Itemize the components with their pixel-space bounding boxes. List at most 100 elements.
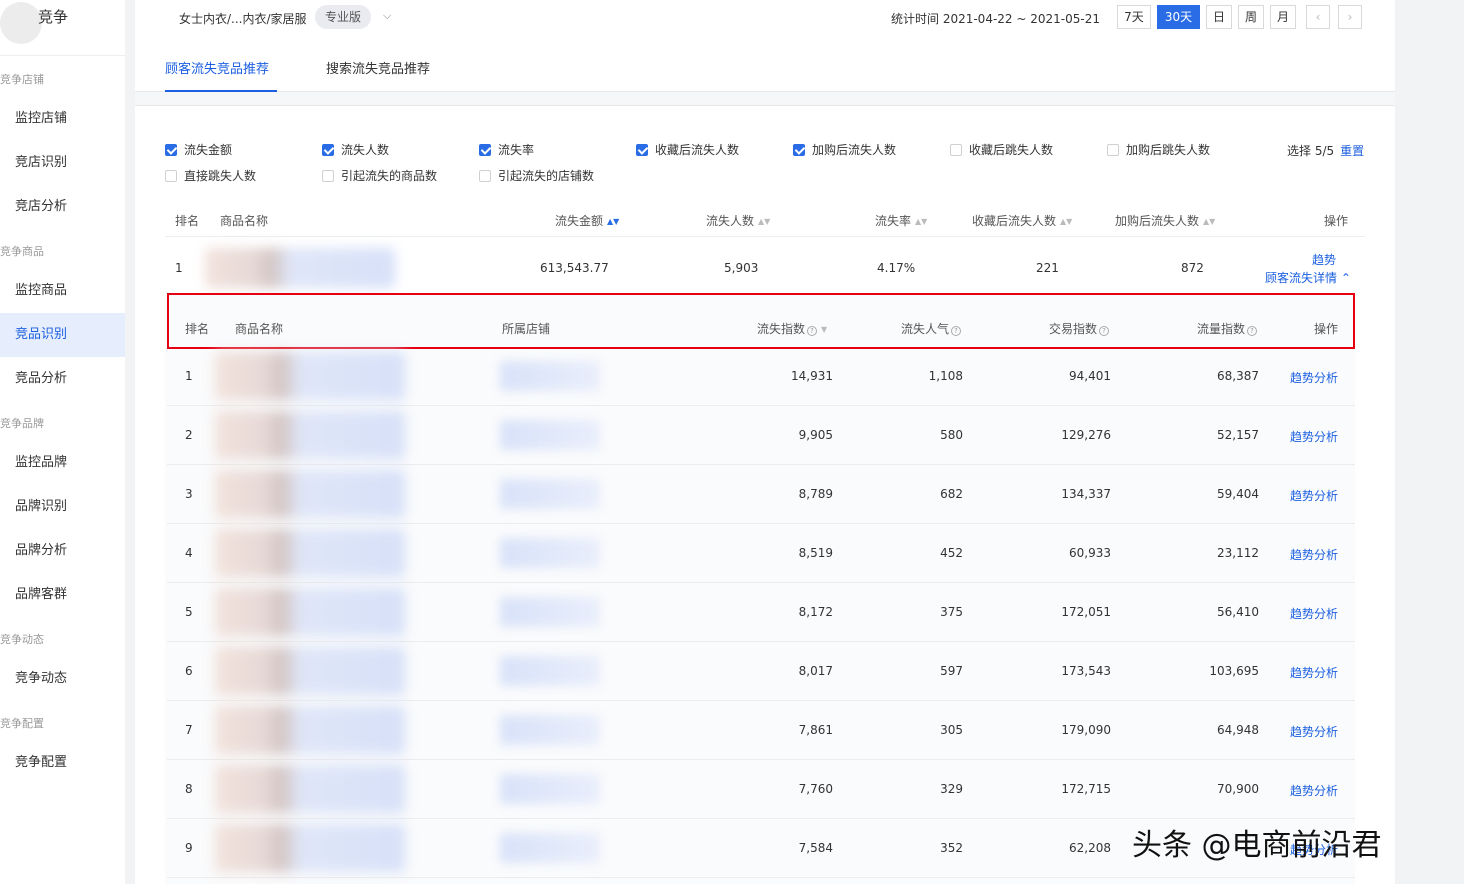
- trend-analysis-link[interactable]: 趋势分析: [1290, 487, 1338, 504]
- trend-analysis-link[interactable]: 趋势分析: [1290, 546, 1338, 563]
- range-month-button[interactable]: 月: [1270, 5, 1296, 29]
- product-thumbnail-blurred[interactable]: [215, 706, 405, 754]
- filter-checkbox[interactable]: 引起流失的店铺数: [479, 168, 594, 184]
- col-loss-rate[interactable]: 流失率 ▲▼: [875, 212, 927, 229]
- shop-name-blurred[interactable]: [500, 715, 600, 745]
- sidebar-item-brand-analysis[interactable]: 品牌分析: [0, 529, 125, 573]
- trend-analysis-link[interactable]: 趋势分析: [1290, 369, 1338, 386]
- sort-icon[interactable]: ▼: [821, 325, 827, 334]
- filter-checkbox[interactable]: 直接跳失人数: [165, 168, 256, 184]
- product-thumbnail-blurred[interactable]: [215, 647, 405, 695]
- sub-row-rank: 6: [185, 664, 193, 678]
- sidebar-item-shop-identify[interactable]: 竞店识别: [0, 141, 125, 185]
- customer-loss-detail-link[interactable]: 顾客流失详情 ⌃: [1265, 269, 1351, 286]
- checkbox-checked-icon: [322, 144, 334, 156]
- product-thumbnail-blurred[interactable]: [215, 411, 405, 459]
- sidebar-item-shop-analysis[interactable]: 竞店分析: [0, 185, 125, 229]
- shop-name-blurred[interactable]: [500, 420, 600, 450]
- section-divider: [135, 92, 1395, 106]
- product-thumbnail-blurred[interactable]: [215, 765, 405, 813]
- product-thumbnail-blurred[interactable]: [215, 529, 405, 577]
- sidebar-item-brand-identify[interactable]: 品牌识别: [0, 485, 125, 529]
- sidebar-item-monitor-shop[interactable]: 监控店铺: [0, 97, 125, 141]
- sort-icon[interactable]: ▲▼: [758, 217, 770, 226]
- sidebar-group-title: 竞争品牌: [0, 417, 44, 430]
- shop-name-blurred[interactable]: [500, 597, 600, 627]
- range-30d-button[interactable]: 30天: [1157, 5, 1200, 29]
- trend-analysis-link[interactable]: 趋势分析: [1290, 664, 1338, 681]
- filter-checkbox[interactable]: 加购后跳失人数: [1107, 142, 1210, 158]
- sort-icon[interactable]: ▲▼: [1060, 217, 1072, 226]
- sidebar-item-monitor-brand[interactable]: 监控品牌: [0, 441, 125, 485]
- shop-name-blurred[interactable]: [500, 656, 600, 686]
- sidebar-item-brand-customers[interactable]: 品牌客群: [0, 573, 125, 617]
- main-row-rank: 1: [175, 261, 183, 275]
- sub-col-trade-index[interactable]: 交易指数?: [1049, 320, 1110, 337]
- product-thumbnail-blurred[interactable]: [215, 824, 405, 872]
- sub-col-action: 操作: [1314, 322, 1339, 336]
- trend-analysis-link[interactable]: 趋势分析: [1290, 782, 1338, 799]
- shop-name-blurred[interactable]: [500, 833, 600, 863]
- product-thumbnail-blurred[interactable]: [215, 352, 405, 400]
- product-thumbnail-blurred[interactable]: [205, 248, 395, 288]
- help-icon[interactable]: ?: [1099, 326, 1110, 336]
- sub-row-loss-index: 8,519: [798, 546, 833, 560]
- filter-checkbox[interactable]: 流失人数: [322, 142, 389, 158]
- help-icon[interactable]: ?: [807, 326, 818, 336]
- sub-col-loss-index[interactable]: 流失指数? ▼: [757, 320, 827, 337]
- sidebar-item-product-analysis[interactable]: 竞品分析: [0, 357, 125, 401]
- range-week-button[interactable]: 周: [1238, 5, 1264, 29]
- filter-checkbox[interactable]: 加购后流失人数: [793, 142, 896, 158]
- shop-name-blurred[interactable]: [500, 361, 600, 391]
- sidebar-item-competition-config[interactable]: 竞争配置: [0, 741, 125, 785]
- trend-analysis-link[interactable]: 趋势分析: [1290, 605, 1338, 622]
- tab-search-loss[interactable]: 搜索流失竞品推荐: [326, 58, 430, 77]
- chevron-down-icon[interactable]: ⌵: [383, 9, 391, 23]
- sub-row-rank: 2: [185, 428, 193, 442]
- sort-icon[interactable]: ▲▼: [1203, 217, 1215, 226]
- filter-checkbox[interactable]: 引起流失的商品数: [322, 168, 437, 184]
- filter-checkbox[interactable]: 流失金额: [165, 142, 232, 158]
- trend-analysis-link[interactable]: 趋势分析: [1290, 723, 1338, 740]
- tab-customer-loss[interactable]: 顾客流失竞品推荐: [165, 58, 269, 77]
- next-period-button[interactable]: ›: [1338, 5, 1362, 29]
- trend-analysis-link[interactable]: 趋势分析: [1290, 428, 1338, 445]
- help-icon[interactable]: ?: [1247, 326, 1258, 336]
- sidebar-item-product-identify[interactable]: 竞品识别: [0, 313, 125, 357]
- sub-col-loss-popularity[interactable]: 流失人气?: [901, 320, 962, 337]
- category-breadcrumb[interactable]: 女士内衣/...内衣/家居服: [179, 10, 307, 27]
- help-icon[interactable]: ?: [951, 326, 962, 336]
- filter-checkbox[interactable]: 流失率: [479, 142, 534, 158]
- col-loss-people[interactable]: 流失人数 ▲▼: [706, 212, 770, 229]
- sub-row-trade-index: 179,090: [1061, 723, 1111, 737]
- col-cart-lost[interactable]: 加购后流失人数 ▲▼: [1115, 212, 1215, 229]
- reset-link[interactable]: 重置: [1340, 144, 1364, 158]
- sidebar-item-monitor-product[interactable]: 监控商品: [0, 269, 125, 313]
- range-7d-button[interactable]: 7天: [1117, 5, 1151, 29]
- brand-logo: [0, 2, 42, 44]
- filter-checkbox[interactable]: 收藏后跳失人数: [950, 142, 1053, 158]
- trend-link[interactable]: 趋势: [1312, 251, 1336, 268]
- product-thumbnail-blurred[interactable]: [215, 588, 405, 636]
- sub-row-loss-popularity: 329: [940, 782, 963, 796]
- filter-checkbox[interactable]: 收藏后流失人数: [636, 142, 739, 158]
- col-fav-lost[interactable]: 收藏后流失人数 ▲▼: [972, 212, 1072, 229]
- range-day-button[interactable]: 日: [1206, 5, 1232, 29]
- shop-name-blurred[interactable]: [500, 538, 600, 568]
- checkbox-empty-icon: [322, 170, 334, 182]
- col-loss-amount[interactable]: 流失金额 ▲▼: [555, 212, 619, 229]
- product-thumbnail-blurred[interactable]: [215, 470, 405, 518]
- prev-period-button[interactable]: ‹: [1306, 5, 1330, 29]
- sidebar-brand: 竞争: [0, 0, 125, 56]
- col-action: 操作: [1324, 214, 1349, 228]
- sub-row-loss-popularity: 352: [940, 841, 963, 855]
- shop-name-blurred[interactable]: [500, 479, 600, 509]
- sub-row-traffic-index: 103,695: [1209, 664, 1259, 678]
- sort-icon[interactable]: ▲▼: [915, 217, 927, 226]
- sub-col-traffic-index[interactable]: 流量指数?: [1197, 320, 1258, 337]
- sub-row-trade-index: 134,337: [1061, 487, 1111, 501]
- sort-icon[interactable]: ▲▼: [607, 217, 619, 226]
- shop-name-blurred[interactable]: [500, 774, 600, 804]
- row-divider: [167, 405, 1355, 406]
- sidebar-item-competition-dynamics[interactable]: 竞争动态: [0, 657, 125, 701]
